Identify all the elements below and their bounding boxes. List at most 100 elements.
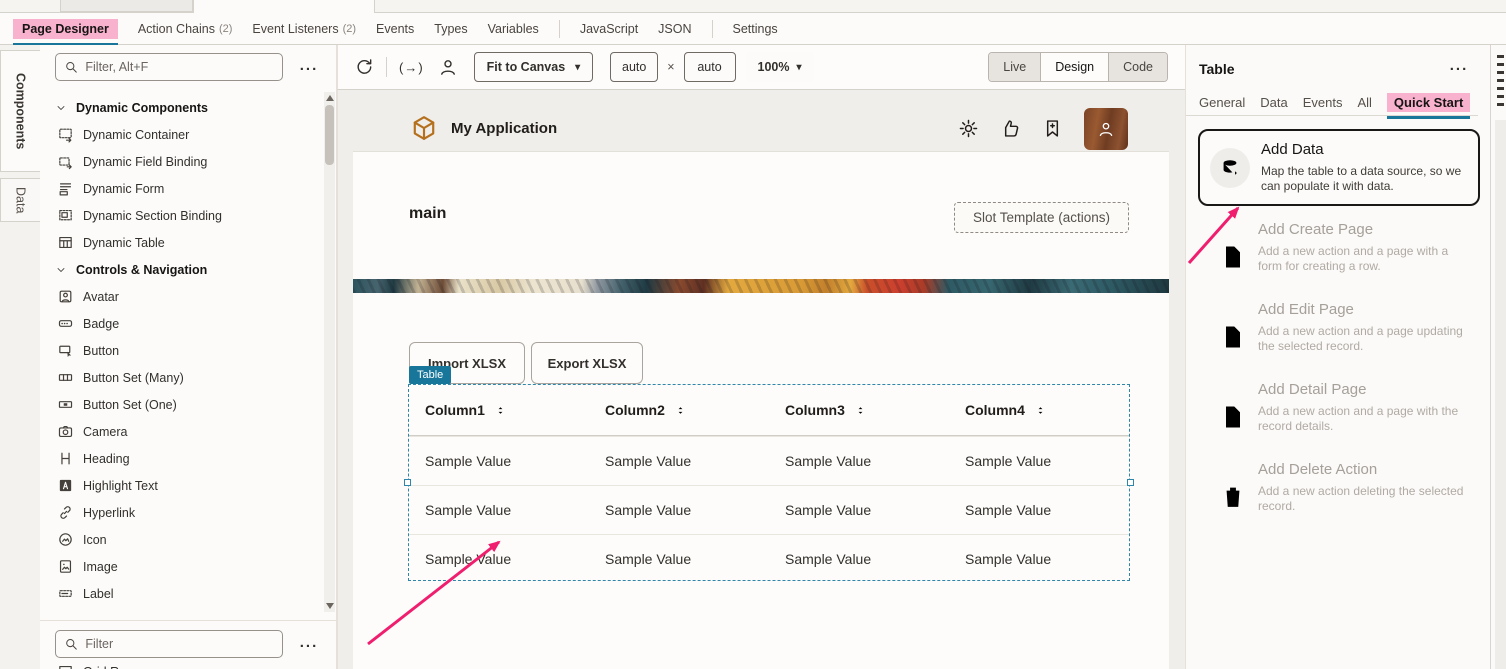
top-tab-event-listeners[interactable]: Event Listeners(2) [252,22,356,36]
column-header-column1[interactable]: Column1 [409,385,589,435]
canvas-size-select[interactable]: Fit to Canvas ▾ [474,52,594,82]
structure-item-label: Grid Row [83,665,135,669]
editor-tab-active[interactable] [193,0,375,13]
table-row[interactable]: Sample ValueSample ValueSample ValueSamp… [409,485,1129,534]
top-tab-events[interactable]: Events [376,22,414,36]
palette-item-icon[interactable]: Icon [40,526,322,553]
top-tab-json[interactable]: JSON [658,22,691,36]
quickstart-add-delete-action[interactable]: Add Delete Action Add a new action delet… [1198,461,1480,514]
table-component[interactable]: Column1 Column2 Column3Column4 Sample Valu… [408,384,1130,581]
resize-handle-left[interactable] [404,479,411,486]
column-header-column4[interactable]: Column4 [949,385,1129,435]
top-tab-action-chains[interactable]: Action Chains(2) [138,22,233,36]
palette-section-dynamic-components[interactable]: Dynamic Components [40,94,322,121]
table-row[interactable]: Sample ValueSample ValueSample ValueSamp… [409,534,1129,583]
export-xlsx-button[interactable]: Export XLSX [531,342,643,384]
structure-overflow-button[interactable]: ... [296,634,322,654]
top-tab-javascript[interactable]: JavaScript [580,22,638,36]
palette-item-label: Image [83,560,118,574]
selection-badge: Table [409,366,451,384]
canvas-width-input[interactable] [610,52,658,82]
palette-item-highlight-text[interactable]: Highlight Text [40,472,322,499]
quickstart-add-data[interactable]: Add Data Map the table to a data source,… [1198,129,1480,206]
column-header-column3[interactable]: Column3 [769,385,949,435]
avatar[interactable] [1084,108,1128,150]
refresh-icon[interactable] [354,57,374,77]
palette-item-badge[interactable]: Badge [40,310,322,337]
palette-item-button[interactable]: Button [40,337,322,364]
palette-item-heading[interactable]: Heading [40,445,322,472]
page-title: main [409,205,446,223]
structure-filter-input[interactable] [85,637,274,651]
inspector-tab-general[interactable]: General [1199,95,1245,110]
scrollbar-thumb[interactable] [325,105,334,165]
palette-item-button-set-one[interactable]: Button Set (One) [40,391,322,418]
palette-overflow-button[interactable]: ... [296,57,322,77]
inspector-tab-events[interactable]: Events [1303,95,1343,110]
palette-item-dynamic-form[interactable]: Dynamic Form [40,175,322,202]
gear-icon[interactable] [958,118,979,139]
sort-icon[interactable] [1034,404,1047,417]
database-icon [1210,148,1250,188]
top-tab-page-designer[interactable]: Page Designer [13,19,118,39]
mode-code-button[interactable]: Code [1108,53,1167,81]
quickstart-add-edit-page[interactable]: Add Edit Page Add a new action and a pag… [1198,301,1480,354]
live-pointer-mode-button[interactable]: (→) [399,60,424,75]
inspector-tab-data[interactable]: Data [1260,95,1287,110]
palette-scrollbar[interactable] [324,92,335,612]
palette-item-label: Dynamic Section Binding [83,209,222,223]
resize-handle-right[interactable] [1127,479,1134,486]
palette-item-dynamic-table[interactable]: Dynamic Table [40,229,322,256]
column-label: Column1 [425,402,485,418]
inspector-overflow-button[interactable]: ... [1446,57,1472,77]
sort-icon[interactable] [674,404,687,417]
quickstart-title: Add Delete Action [1258,461,1472,478]
mode-live-button[interactable]: Live [989,53,1040,81]
palette-item-camera[interactable]: Camera [40,418,322,445]
chevron-down-icon: ▾ [575,62,580,73]
palette-item-avatar[interactable]: Avatar [40,283,322,310]
user-preview-icon[interactable] [438,57,458,77]
sort-icon[interactable] [854,404,867,417]
scroll-down-arrow[interactable] [326,603,334,609]
collapsed-panel-edge[interactable] [1490,45,1506,669]
rail-tab-components[interactable]: Components [0,50,40,172]
top-tab-variables[interactable]: Variables [488,22,539,36]
palette-item-label: Dynamic Field Binding [83,155,207,169]
tab-divider [712,20,713,38]
inspector-tab-all[interactable]: All [1357,95,1371,110]
palette-item-hyperlink[interactable]: Hyperlink [40,499,322,526]
top-tab-settings[interactable]: Settings [733,22,778,36]
palette-item-dynamic-section-binding[interactable]: Dynamic Section Binding [40,202,322,229]
quickstart-desc: Add a new action and a page updating the… [1258,324,1472,354]
palette-section-controls-navigation[interactable]: Controls & Navigation [40,256,322,283]
palette-filter-input[interactable] [85,60,274,74]
rail-tab-data[interactable]: Data [0,178,40,222]
table-cell: Sample Value [589,437,769,485]
thumbs-up-icon[interactable] [1000,118,1021,139]
structure-item-partial[interactable]: Grid Row [57,663,135,669]
zoom-select[interactable]: 100% ▾ [746,52,814,82]
palette-item-dynamic-container[interactable]: Dynamic Container [40,121,322,148]
inspector-tab-quick-start[interactable]: Quick Start [1387,93,1470,112]
mode-design-button[interactable]: Design [1040,53,1108,81]
bookmark-plus-icon[interactable] [1042,118,1063,139]
column-header-column2[interactable]: Column2 [589,385,769,435]
palette-item-dynamic-field-binding[interactable]: Dynamic Field Binding [40,148,322,175]
canvas-height-input[interactable] [684,52,736,82]
palette-item-image[interactable]: Image [40,553,322,580]
editor-tab-inactive[interactable] [60,0,193,12]
table-row[interactable]: Sample ValueSample ValueSample ValueSamp… [409,436,1129,485]
quickstart-desc: Add a new action and a page with a form … [1258,244,1472,274]
column-label: Column2 [605,402,665,418]
quickstart-title: Add Create Page [1258,221,1472,238]
top-tab-types[interactable]: Types [434,22,467,36]
palette-item-button-set-many[interactable]: Button Set (Many) [40,364,322,391]
sort-icon[interactable] [494,404,507,417]
quickstart-add-create-page[interactable]: Add Create Page Add a new action and a p… [1198,221,1480,274]
palette-item-label: Button Set (One) [83,398,177,412]
quickstart-add-detail-page[interactable]: Add Detail Page Add a new action and a p… [1198,381,1480,434]
palette-item-label[interactable]: Label [40,580,322,607]
scroll-up-arrow[interactable] [326,95,334,101]
slot-template-placeholder[interactable]: Slot Template (actions) [954,202,1129,233]
